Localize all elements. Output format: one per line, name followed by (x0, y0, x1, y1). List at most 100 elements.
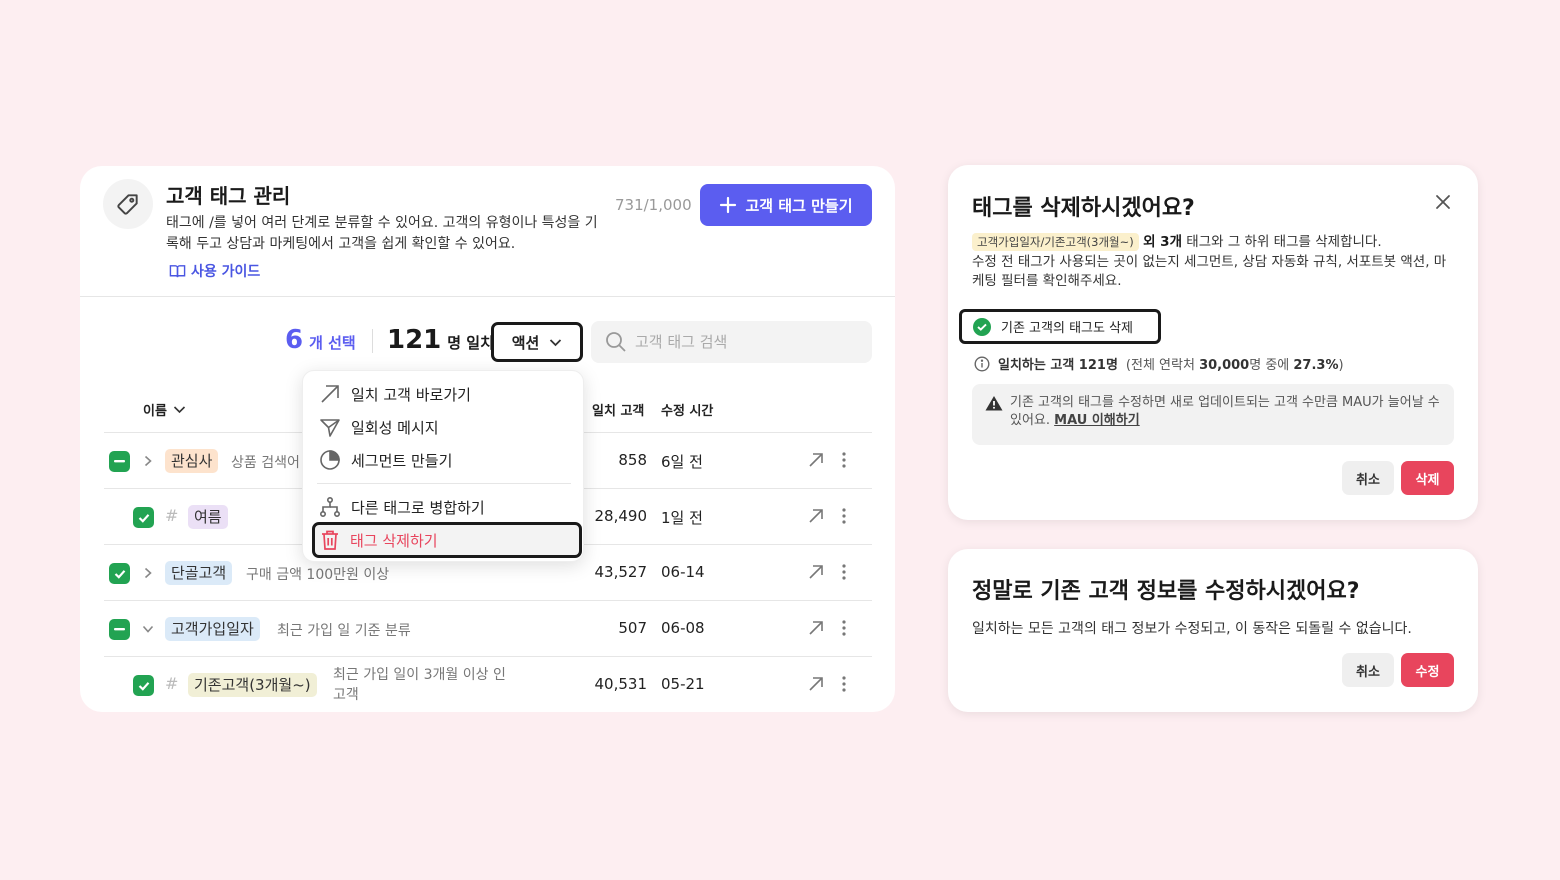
arrow-up-right-icon (321, 385, 339, 403)
menu-divider (317, 483, 571, 484)
confirm-edit-button[interactable]: 수정 (1401, 653, 1454, 687)
modified-time-cell: 1일 전 (661, 509, 703, 527)
menu-item-create-segment[interactable]: 세그먼트 만들기 (317, 444, 571, 476)
selected-count: 6 개 선택 (285, 325, 356, 355)
guide-link[interactable]: 사용 가이드 (169, 261, 260, 281)
warning-icon (985, 396, 1003, 411)
page-title: 고객 태그 관리 (166, 184, 291, 208)
more-vertical-icon[interactable] (836, 561, 852, 583)
table-row[interactable]: 고객가입일자 최근 가입 일 기준 분류 507 06-08 (80, 601, 895, 657)
column-header-name-label: 이름 (143, 404, 167, 419)
more-vertical-icon[interactable] (836, 449, 852, 471)
tag-chip[interactable]: 여름 (188, 505, 228, 529)
selected-count-number: 6 (285, 325, 304, 355)
hash-icon: # (165, 506, 179, 525)
dialog-body-text-1: 태그와 그 하위 태그를 삭제합니다. (1182, 234, 1382, 250)
column-header-name[interactable]: 이름 (143, 400, 186, 419)
match-count-number: 121 (387, 325, 442, 355)
menu-item-delete-tag[interactable]: 태그 삭제하기 (312, 522, 582, 558)
check-icon (138, 513, 149, 523)
book-icon (169, 264, 186, 277)
expand-toggle[interactable] (140, 563, 156, 583)
menu-item-label: 태그 삭제하기 (350, 531, 438, 550)
merge-icon (319, 496, 341, 518)
tag-chip[interactable]: 관심사 (165, 449, 219, 473)
selected-count-label: 개 선택 (309, 334, 356, 352)
chevron-down-icon (173, 406, 185, 414)
row-checkbox-checked[interactable] (133, 507, 154, 528)
modified-time-cell: 6일 전 (661, 453, 703, 471)
toolbar-divider (372, 329, 373, 353)
more-vertical-icon[interactable] (836, 505, 852, 527)
arrow-up-right-icon[interactable] (806, 449, 826, 471)
page-description: 태그에 /를 넣어 여러 단계로 분류할 수 있어요. 고객의 유형이나 특성을… (166, 215, 598, 252)
minus-icon (114, 460, 125, 463)
info-detail: (전체 연락처 30,000명 중에 27.3%) (1125, 358, 1344, 373)
expand-toggle[interactable] (140, 451, 156, 471)
tag-chip[interactable]: 기존고객(3개월~) (188, 673, 317, 697)
tag-path-chip: 고객가입일자/기존고객(3개월~) (972, 233, 1139, 251)
dialog-title: 정말로 기존 고객 정보를 수정하시겠어요? (972, 579, 1360, 604)
check-icon (138, 681, 149, 691)
create-tag-button-label: 고객 태그 만들기 (745, 196, 853, 215)
tag-chip[interactable]: 고객가입일자 (165, 617, 260, 641)
menu-item-merge-tag[interactable]: 다른 태그로 병합하기 (317, 491, 571, 523)
menu-item-label: 일회성 메시지 (351, 418, 439, 437)
hash-icon: # (165, 674, 179, 693)
chevron-down-icon (550, 338, 562, 346)
match-count-cell: 858 (618, 451, 647, 469)
search-input[interactable] (635, 333, 855, 351)
chevron-right-icon (144, 567, 152, 579)
tag-chip[interactable]: 단골고객 (165, 561, 233, 585)
cancel-button[interactable]: 취소 (1342, 653, 1394, 687)
checkbox-label: 기존 고객의 태그도 삭제 (1001, 321, 1133, 336)
modified-time-cell: 06-08 (661, 619, 705, 637)
row-checkbox-partial[interactable] (109, 619, 130, 640)
row-checkbox-checked[interactable] (109, 563, 130, 584)
menu-item-go-to-matched[interactable]: 일치 고객 바로가기 (317, 378, 571, 410)
row-checkbox-checked[interactable] (133, 675, 154, 696)
arrow-up-right-icon[interactable] (806, 505, 826, 527)
match-count-label: 명 일치 (447, 334, 494, 352)
extra-count: 외 3개 (1143, 234, 1182, 250)
delete-button[interactable]: 삭제 (1401, 461, 1454, 495)
modified-time-cell: 05-21 (661, 675, 705, 693)
delete-existing-customer-tags-checkbox[interactable]: 기존 고객의 태그도 삭제 (959, 309, 1161, 344)
action-dropdown-button[interactable]: 액션 (491, 322, 583, 362)
modified-time-cell: 06-14 (661, 563, 705, 581)
row-checkbox-partial[interactable] (109, 451, 130, 472)
tag-description: 상품 검색어 (231, 455, 300, 471)
tag-count: 731/1,000 (615, 196, 692, 214)
tag-description: 최근 가입 일이 3개월 이상 인 고객 (333, 667, 506, 703)
tag-description: 구매 금액 100만원 이상 (246, 567, 390, 583)
action-dropdown-menu: 일치 고객 바로가기 일회성 메시지 세그먼트 만들기 다른 태그로 병합하기 … (302, 370, 584, 562)
close-icon[interactable] (1434, 193, 1452, 211)
arrow-up-right-icon[interactable] (806, 673, 826, 695)
more-vertical-icon[interactable] (836, 617, 852, 639)
dialog-body-text-2: 수정 전 태그가 사용되는 곳이 없는지 세그먼트, 상담 자동화 규칙, 서포… (972, 253, 1447, 290)
table-row[interactable]: # 기존고객(3개월~) 최근 가입 일이 3개월 이상 인 고객 40,531… (80, 657, 895, 712)
match-count-cell: 507 (618, 619, 647, 637)
pie-chart-icon (320, 450, 340, 470)
trash-icon (322, 530, 338, 550)
match-count-cell: 43,527 (594, 563, 648, 581)
delete-tag-dialog: 태그를 삭제하시겠어요? 고객가입일자/기존고객(3개월~) 외 3개 태그와 … (948, 165, 1478, 520)
info-icon (974, 355, 990, 372)
minus-icon (114, 628, 125, 631)
menu-item-label: 세그먼트 만들기 (351, 451, 453, 470)
search-icon (606, 332, 626, 352)
expand-toggle[interactable] (140, 619, 156, 639)
arrow-up-right-icon[interactable] (806, 617, 826, 639)
more-vertical-icon[interactable] (836, 673, 852, 695)
arrow-up-right-icon[interactable] (806, 561, 826, 583)
mau-warning-box: 기존 고객의 태그를 수정하면 새로 업데이트되는 고객 수만큼 MAU가 늘어… (972, 384, 1454, 445)
create-tag-button[interactable]: 고객 태그 만들기 (700, 184, 872, 226)
matched-customer-info: 일치하는 고객 121명 (전체 연락처 30,000명 중에 27.3%) (974, 354, 1344, 373)
column-header-match: 일치 고객 (592, 404, 645, 419)
mau-help-link[interactable]: MAU 이해하기 (1054, 413, 1140, 428)
check-icon (114, 569, 125, 579)
menu-item-one-time-message[interactable]: 일회성 메시지 (317, 411, 571, 443)
tag-search[interactable] (591, 321, 872, 363)
cancel-button[interactable]: 취소 (1342, 461, 1394, 495)
dialog-title: 태그를 삭제하시겠어요? (972, 196, 1195, 221)
